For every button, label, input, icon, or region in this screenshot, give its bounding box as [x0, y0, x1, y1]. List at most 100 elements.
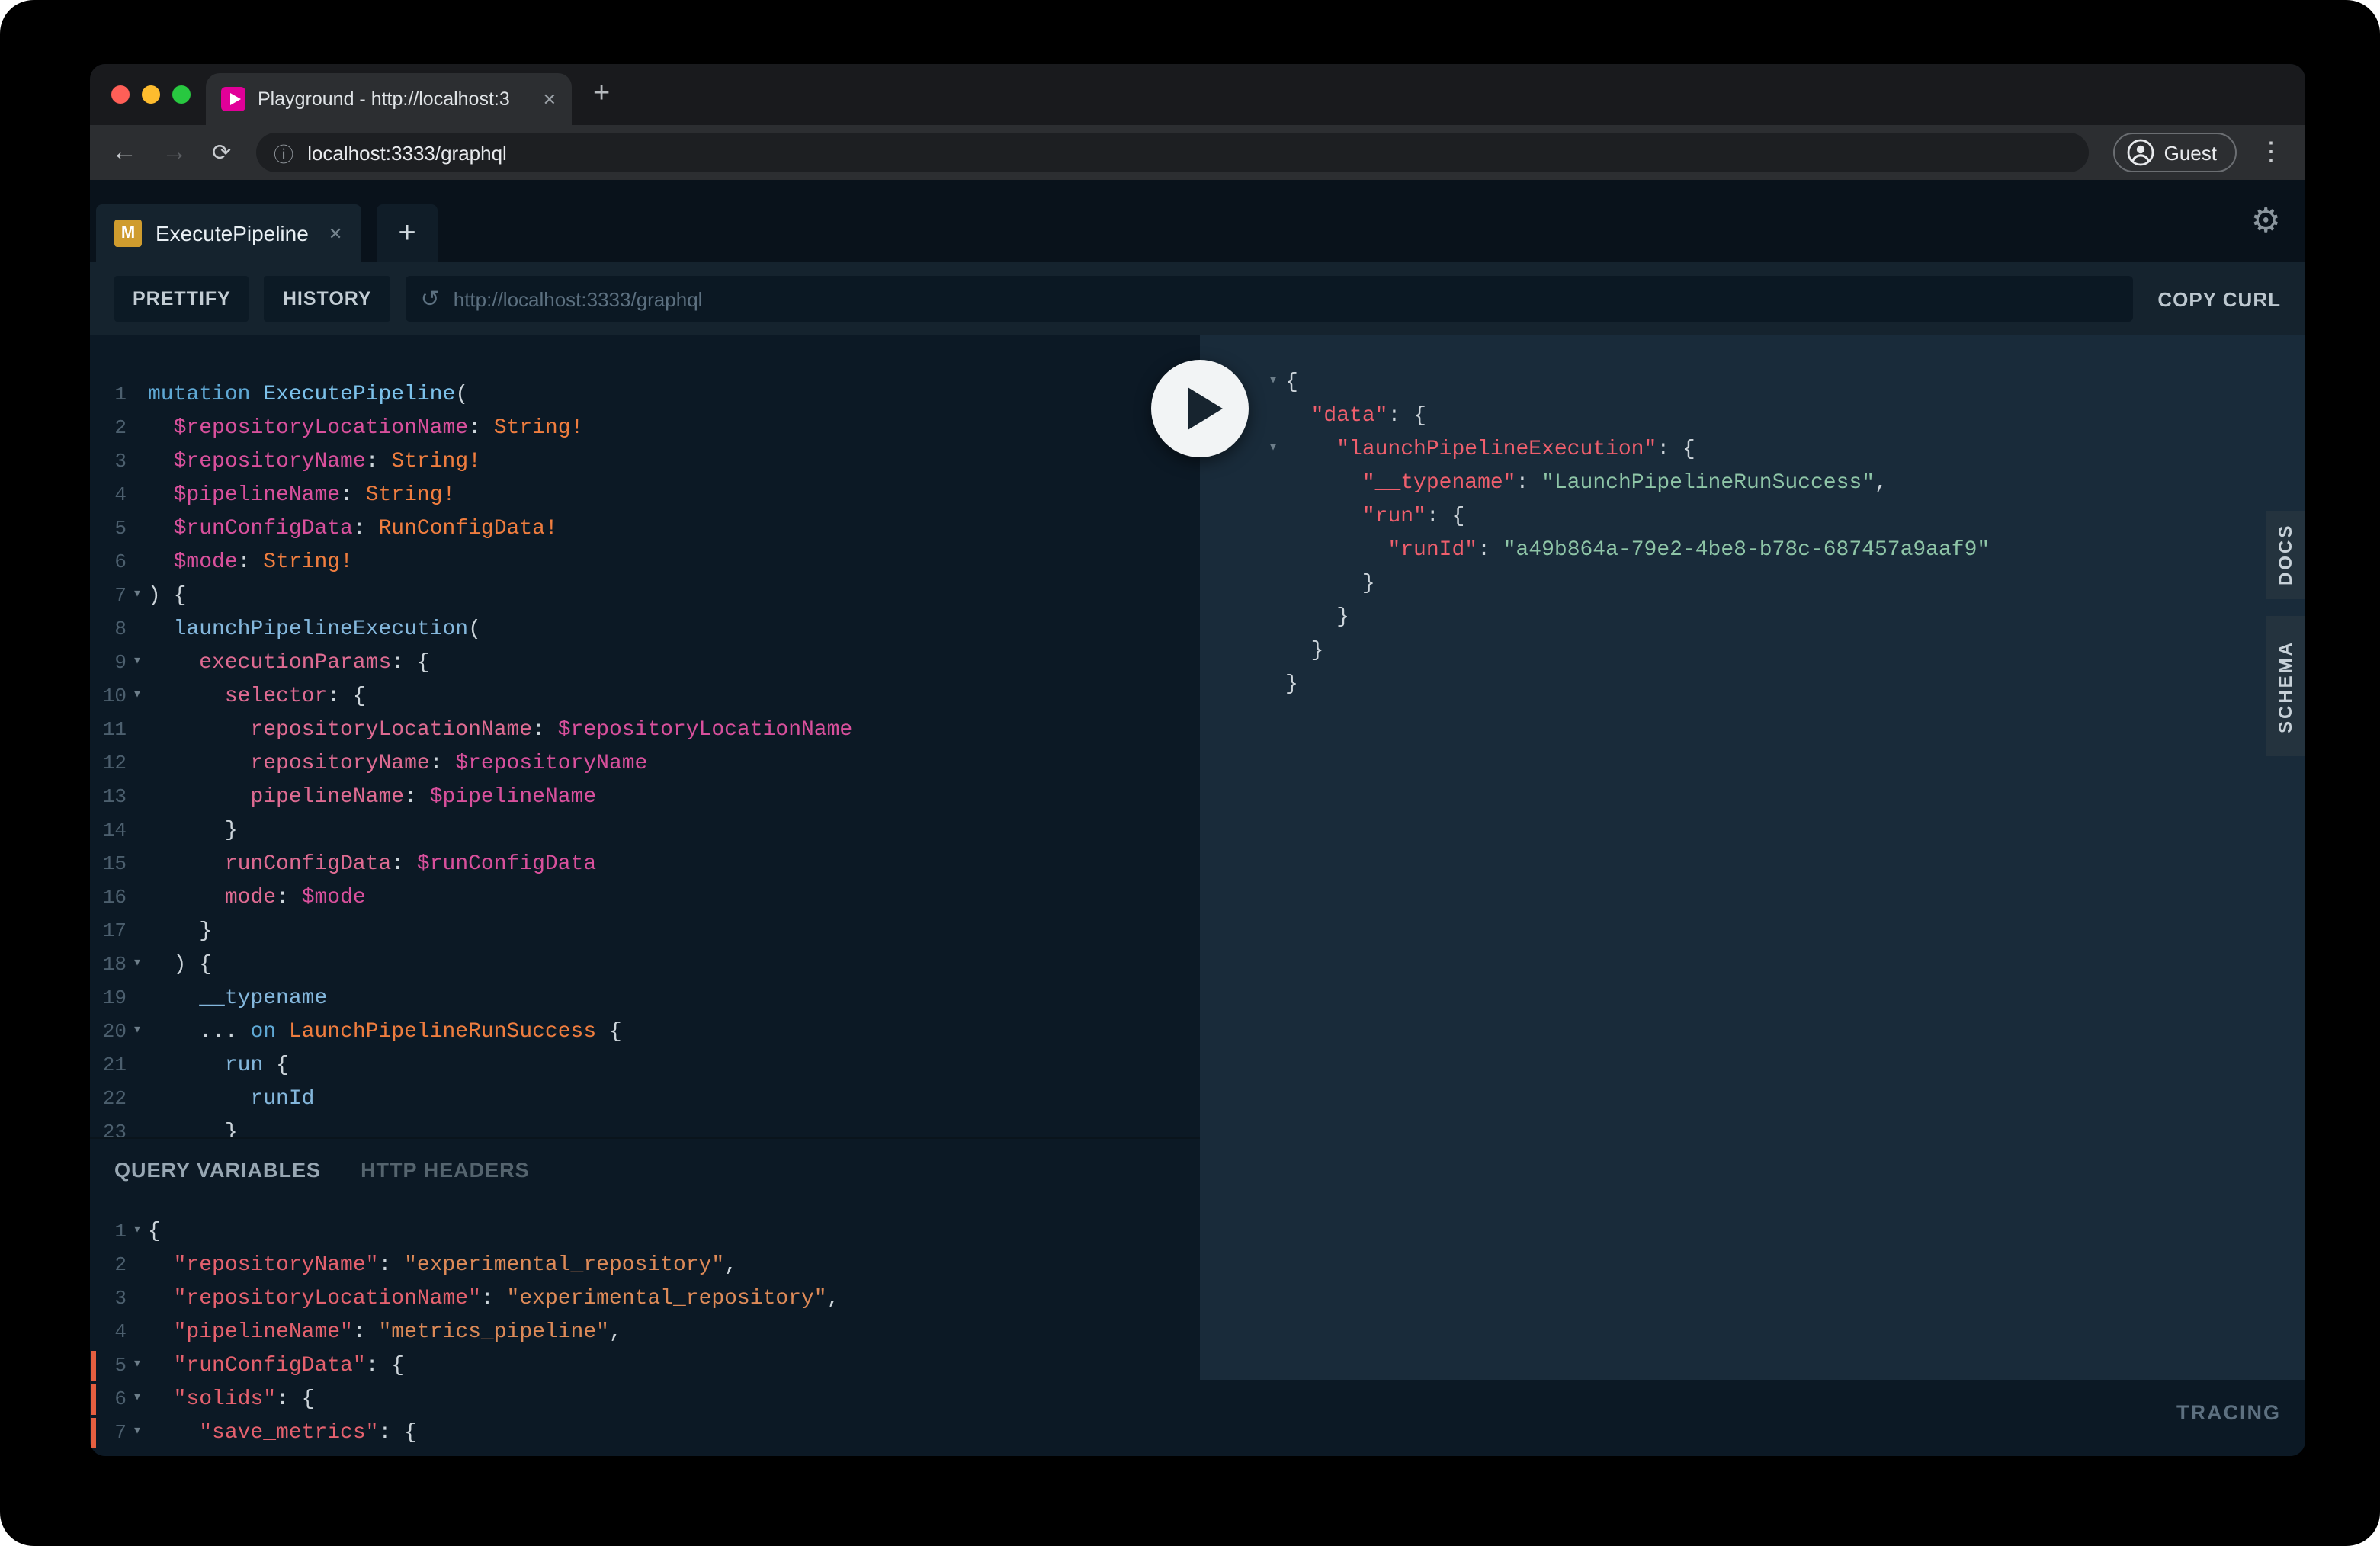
fold-gutter: [1261, 634, 1285, 668]
fold-caret-icon[interactable]: ▾: [127, 1416, 148, 1450]
code-line: 4 "pipelineName": "metrics_pipeline",: [90, 1316, 1200, 1349]
screen-background: Playground - http://localhost:3 ✕ + ← → …: [0, 0, 2380, 1546]
code-text: "solids": {: [148, 1383, 315, 1416]
fold-caret-icon[interactable]: ▾: [1261, 366, 1285, 399]
fold-gutter: [1261, 399, 1285, 433]
code-line: 7▾) {: [90, 579, 1200, 613]
play-icon: [1188, 387, 1223, 430]
fold-caret-icon[interactable]: ▾: [127, 1215, 148, 1249]
fold-gutter: [127, 915, 148, 948]
line-number: 19: [90, 982, 127, 1015]
prettify-button[interactable]: PRETTIFY: [114, 276, 249, 322]
response-viewer[interactable]: ▾{ "data": {▾ "launchPipelineExecution":…: [1200, 335, 2305, 1380]
execute-button[interactable]: [1151, 360, 1249, 457]
fold-gutter: [127, 378, 148, 412]
tracing-toggle[interactable]: TRACING: [2176, 1401, 2281, 1424]
forward-icon[interactable]: →: [162, 137, 188, 168]
site-info-icon[interactable]: ⓘ: [274, 138, 293, 167]
line-number: 17: [90, 915, 127, 948]
url-text: localhost:3333/graphql: [307, 141, 507, 164]
endpoint-input[interactable]: ↺ http://localhost:3333/graphql: [406, 276, 2134, 322]
query-editor[interactable]: 1mutation ExecutePipeline(2 $repositoryL…: [90, 335, 1200, 1137]
fold-caret-icon[interactable]: ▾: [127, 1383, 148, 1416]
fold-gutter: [127, 714, 148, 747]
line-number: 5: [90, 512, 127, 546]
playground-main: 1mutation ExecutePipeline(2 $repositoryL…: [90, 335, 2305, 1456]
code-line: ▾ "launchPipelineExecution": {: [1261, 433, 2305, 467]
back-icon[interactable]: ←: [111, 137, 137, 168]
line-number: 15: [90, 848, 127, 881]
window-close-button[interactable]: [111, 85, 130, 104]
new-tab-button[interactable]: +: [593, 69, 610, 125]
fold-gutter: [127, 445, 148, 479]
reload-icon[interactable]: ⟳: [212, 139, 231, 166]
settings-gear-icon[interactable]: ⚙: [2251, 201, 2281, 241]
line-number: 6: [90, 546, 127, 579]
playground-toolbar: PRETTIFY HISTORY ↺ http://localhost:3333…: [90, 262, 2305, 335]
response-footer: TRACING: [1200, 1380, 2305, 1456]
code-text: }: [1285, 634, 1323, 668]
code-text: "repositoryLocationName": "experimental_…: [148, 1282, 839, 1316]
fold-caret-icon[interactable]: ▾: [127, 948, 148, 982]
line-number: 7: [90, 579, 127, 613]
session-close-icon[interactable]: ✕: [329, 223, 342, 243]
new-session-button[interactable]: +: [377, 204, 438, 262]
line-number: 7: [90, 1416, 127, 1450]
line-number: 4: [90, 479, 127, 512]
code-line: }: [1261, 601, 2305, 634]
line-number: 10: [90, 680, 127, 714]
fold-gutter: [127, 848, 148, 881]
address-bar[interactable]: ⓘ localhost:3333/graphql: [255, 133, 2089, 172]
tab-query-variables[interactable]: QUERY VARIABLES: [114, 1158, 321, 1181]
profile-button[interactable]: Guest: [2114, 133, 2237, 172]
session-tab-executepipeline[interactable]: M ExecutePipeline ✕: [96, 204, 361, 262]
window-zoom-button[interactable]: [172, 85, 191, 104]
line-number: 8: [90, 613, 127, 646]
fold-gutter: [127, 781, 148, 814]
code-line: 3 $repositoryName: String!: [90, 445, 1200, 479]
code-line: }: [1261, 668, 2305, 701]
fold-gutter: [127, 1049, 148, 1083]
line-number: 16: [90, 881, 127, 915]
code-line: 5▾ "runConfigData": {: [90, 1349, 1200, 1383]
line-number: 2: [90, 1249, 127, 1282]
query-variables-editor[interactable]: 1▾{2 "repositoryName": "experimental_rep…: [90, 1200, 1200, 1450]
line-number: 2: [90, 412, 127, 445]
copy-curl-button[interactable]: COPY CURL: [2157, 287, 2281, 310]
response-pane: ▾{ "data": {▾ "launchPipelineExecution":…: [1200, 335, 2305, 1456]
line-number: 12: [90, 747, 127, 781]
code-text: {: [148, 1215, 161, 1249]
code-line: 1▾{: [90, 1215, 1200, 1249]
fold-caret-icon[interactable]: ▾: [127, 680, 148, 714]
fold-caret-icon[interactable]: ▾: [1261, 433, 1285, 467]
tab-http-headers[interactable]: HTTP HEADERS: [361, 1158, 530, 1181]
browser-tab[interactable]: Playground - http://localhost:3 ✕: [206, 73, 572, 125]
fold-gutter: [1261, 467, 1285, 500]
fold-caret-icon[interactable]: ▾: [127, 646, 148, 680]
code-text: launchPipelineExecution(: [148, 613, 481, 646]
fold-caret-icon[interactable]: ▾: [127, 1015, 148, 1049]
code-line: 14 }: [90, 814, 1200, 848]
code-text: "launchPipelineExecution": {: [1285, 433, 1695, 467]
browser-menu-icon[interactable]: ⋮: [2258, 137, 2284, 168]
fold-gutter: [127, 982, 148, 1015]
fold-gutter: [1261, 668, 1285, 701]
browser-navbar: ← → ⟳ ⓘ localhost:3333/graphql Guest ⋮: [90, 125, 2305, 180]
code-text: __typename: [148, 982, 327, 1015]
fold-caret-icon[interactable]: ▾: [127, 579, 148, 613]
code-text: "repositoryName": "experimental_reposito…: [148, 1249, 737, 1282]
line-number: 11: [90, 714, 127, 747]
fold-caret-icon[interactable]: ▾: [127, 1349, 148, 1383]
code-text: pipelineName: $pipelineName: [148, 781, 596, 814]
code-line: 15 runConfigData: $runConfigData: [90, 848, 1200, 881]
code-line: 7▾ "save_metrics": {: [90, 1416, 1200, 1450]
mutation-badge: M: [114, 220, 142, 247]
history-button[interactable]: HISTORY: [265, 276, 390, 322]
window-controls: [111, 85, 191, 104]
window-minimize-button[interactable]: [142, 85, 160, 104]
schema-tab[interactable]: SCHEMA: [2266, 616, 2305, 756]
code-line: 3 "repositoryLocationName": "experimenta…: [90, 1282, 1200, 1316]
docs-tab[interactable]: DOCS: [2266, 511, 2305, 599]
code-text: "runId": "a49b864a-79e2-4be8-b78c-687457…: [1285, 534, 1990, 567]
tab-close-icon[interactable]: ✕: [543, 89, 557, 109]
